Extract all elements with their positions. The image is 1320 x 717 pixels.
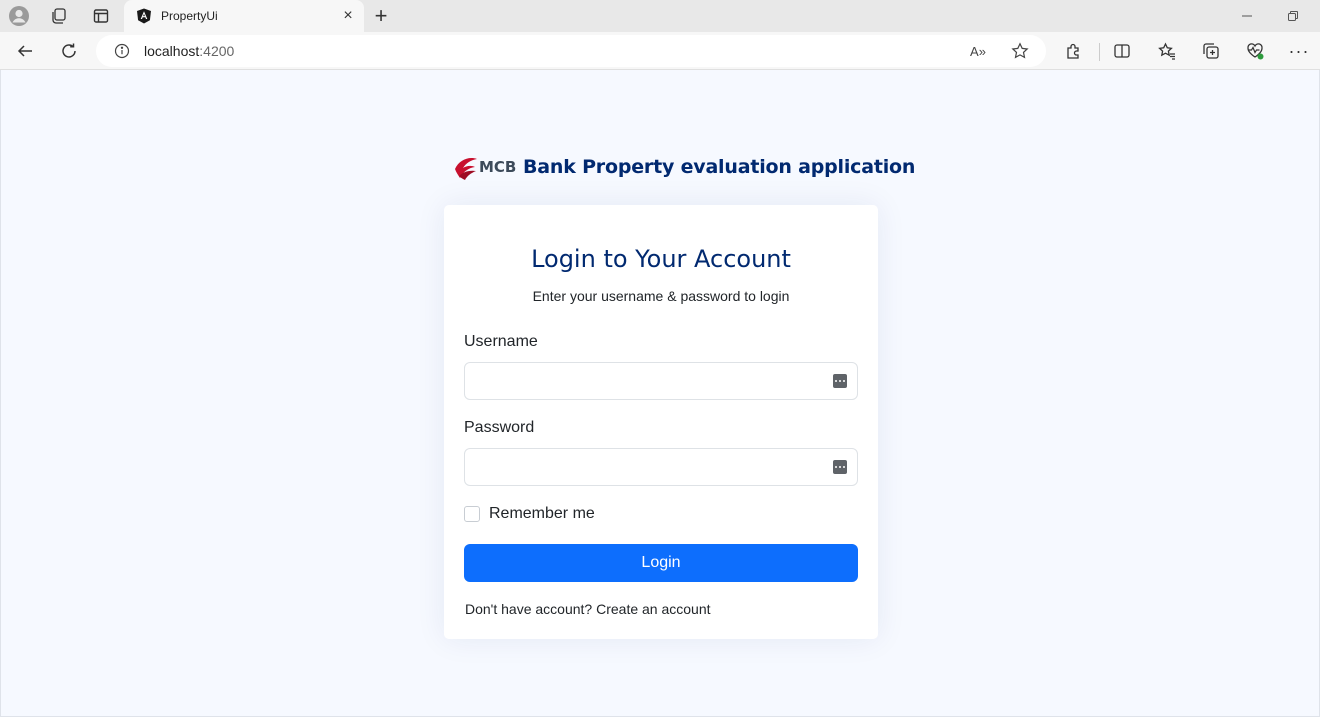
minimize-icon[interactable]: [1234, 3, 1260, 29]
url-port: :4200: [199, 43, 235, 59]
mcb-logo: MCB: [452, 152, 518, 182]
username-label: Username: [464, 333, 538, 350]
back-icon[interactable]: [12, 38, 38, 64]
favorites-icon[interactable]: [1154, 38, 1180, 64]
page-title: Login to Your Account: [531, 245, 791, 273]
tab-propertyui[interactable]: PropertyUi ×: [124, 0, 364, 32]
browser-tab-bar: PropertyUi × +: [0, 0, 1320, 32]
password-field[interactable]: [464, 448, 858, 486]
browser-toolbar: localhost:4200 A» ···: [0, 32, 1320, 70]
remember-me-label[interactable]: Remember me: [489, 505, 595, 523]
remember-me-checkbox[interactable]: [464, 506, 480, 522]
create-account-link[interactable]: Create an account: [596, 601, 710, 617]
brand-header[interactable]: MCB Bank Property evaluation application: [452, 152, 915, 182]
remember-me[interactable]: Remember me: [464, 505, 595, 523]
page-viewport: MCB Bank Property evaluation application…: [0, 70, 1320, 717]
more-options-icon[interactable]: ···: [1286, 38, 1312, 64]
toolbar-separator: [1099, 43, 1100, 61]
favorite-star-icon[interactable]: [1008, 39, 1032, 63]
password-manager-icon[interactable]: [833, 460, 847, 474]
tab-title: PropertyUi: [161, 9, 218, 23]
tab-actions-icon[interactable]: [88, 3, 114, 29]
page-subtitle: Enter your username & password to login: [532, 288, 790, 304]
signup-prompt: Don't have account? Create an account: [465, 601, 711, 617]
extensions-icon[interactable]: [1061, 38, 1087, 64]
password-manager-icon[interactable]: [833, 374, 847, 388]
signup-prompt-text: Don't have account?: [465, 601, 593, 617]
info-icon[interactable]: [114, 43, 130, 59]
reload-icon[interactable]: [56, 38, 82, 64]
angular-icon: [136, 8, 152, 24]
login-button[interactable]: Login: [464, 544, 858, 582]
new-tab-button[interactable]: +: [368, 3, 394, 29]
svg-text:MCB: MCB: [479, 158, 516, 176]
password-label: Password: [464, 419, 535, 436]
login-card: Login to Your Account Enter your usernam…: [444, 205, 878, 639]
username-field[interactable]: [464, 362, 858, 400]
username-input[interactable]: [465, 363, 857, 399]
read-aloud-icon[interactable]: A»: [966, 39, 990, 63]
split-screen-icon[interactable]: [1109, 38, 1135, 64]
url-host: localhost: [144, 43, 200, 59]
profile-icon[interactable]: [6, 3, 32, 29]
restore-icon[interactable]: [1280, 3, 1306, 29]
close-tab-icon[interactable]: ×: [336, 4, 360, 28]
url-text: localhost:4200: [144, 43, 234, 59]
performance-heart-icon[interactable]: [1242, 38, 1268, 64]
password-input[interactable]: [465, 449, 857, 485]
app-title: Bank Property evaluation application: [523, 156, 916, 178]
collections-icon[interactable]: [1198, 38, 1224, 64]
workspaces-icon[interactable]: [46, 3, 72, 29]
address-bar[interactable]: localhost:4200 A»: [96, 35, 1046, 67]
